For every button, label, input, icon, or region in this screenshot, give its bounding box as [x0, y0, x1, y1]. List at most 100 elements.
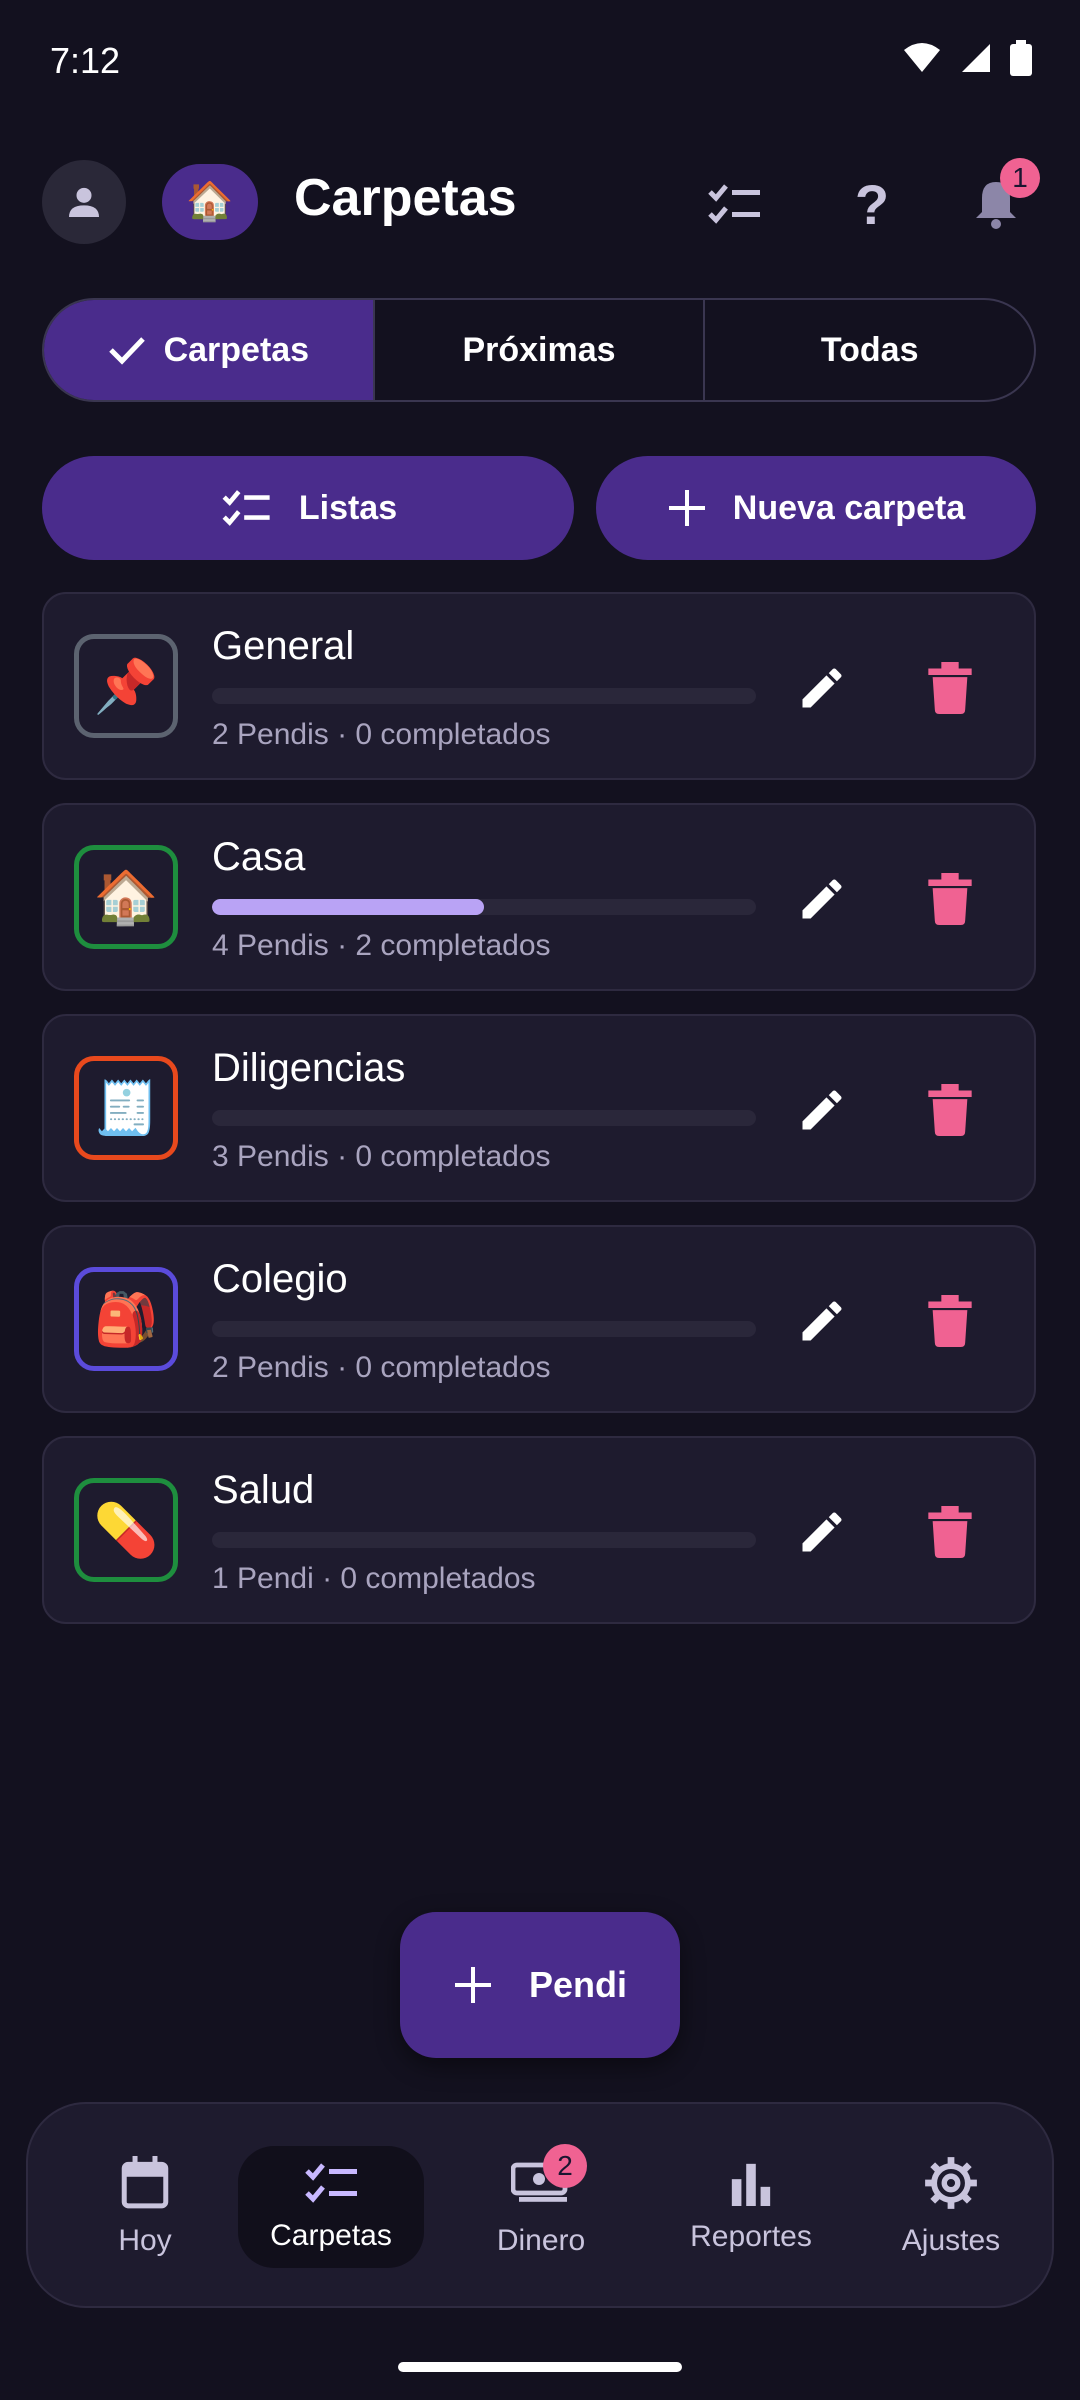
folder-card[interactable]: 🧾 Diligencias 3 Pendis · 0 completados	[42, 1014, 1036, 1202]
folder-subtitle: 3 Pendis · 0 completados	[212, 1140, 551, 1173]
dinero-badge: 2	[543, 2144, 587, 2188]
folder-progress-fill	[212, 899, 484, 915]
help-button[interactable]: ?	[836, 168, 908, 240]
bottom-navigation: Hoy Carpetas 2 Dinero Reportes Ajustes	[26, 2102, 1054, 2308]
tab-todas[interactable]: Todas	[705, 300, 1034, 400]
edit-folder-button[interactable]	[784, 650, 860, 726]
pencil-icon	[802, 668, 842, 708]
add-pendi-fab[interactable]: Pendi	[400, 1912, 680, 2058]
nav-ajustes[interactable]: Ajustes	[858, 2104, 1044, 2310]
trash-icon	[928, 1084, 972, 1136]
edit-folder-button[interactable]	[784, 861, 860, 937]
folder-icon: 🧾	[74, 1056, 178, 1160]
nav-label: Ajustes	[901, 2224, 1001, 2257]
trash-icon	[928, 1506, 972, 1558]
delete-folder-button[interactable]	[912, 650, 988, 726]
folder-card[interactable]: 🎒 Colegio 2 Pendis · 0 completados	[42, 1225, 1036, 1413]
folder-progress-bar	[212, 1321, 756, 1337]
delete-folder-button[interactable]	[912, 1072, 988, 1148]
folder-name: Casa	[212, 835, 306, 879]
folder-name: Colegio	[212, 1257, 348, 1301]
folder-subtitle: 4 Pendis · 2 completados	[212, 929, 551, 962]
checklist-icon	[222, 490, 270, 526]
fab-label: Pendi	[528, 1964, 627, 2005]
home-folder-chip[interactable]: 🏠	[162, 164, 258, 240]
signal-icon	[962, 44, 990, 72]
folder-progress-bar	[212, 688, 756, 704]
tab-carpetas[interactable]: Carpetas	[44, 300, 375, 400]
folder-name: Diligencias	[212, 1046, 406, 1090]
page-title: Carpetas	[294, 169, 517, 227]
folder-icon: 🎒	[74, 1267, 178, 1371]
tab-label: Todas	[820, 330, 919, 369]
home-emoji-icon: 🏠	[186, 181, 234, 223]
nav-dinero[interactable]: 2 Dinero	[448, 2104, 634, 2310]
trash-icon	[928, 662, 972, 714]
nav-reportes[interactable]: Reportes	[658, 2104, 844, 2310]
folder-card[interactable]: 📌 General 2 Pendis · 0 completados	[42, 592, 1036, 780]
folder-icon: 🏠	[74, 845, 178, 949]
nav-label: Reportes	[690, 2220, 812, 2253]
plus-icon	[454, 1967, 491, 2003]
checklist-icon	[305, 2163, 357, 2203]
folder-subtitle: 1 Pendi · 0 completados	[212, 1562, 536, 1595]
notifications-button[interactable]: 1	[960, 158, 1040, 240]
folder-card[interactable]: 🏠 Casa 4 Pendis · 2 completados	[42, 803, 1036, 991]
money-icon-wrap: 2	[510, 2144, 587, 2210]
calendar-icon	[121, 2156, 169, 2209]
trash-icon	[928, 873, 972, 925]
trash-icon	[928, 1295, 972, 1347]
wifi-icon	[904, 43, 940, 72]
checklist-icon	[708, 184, 760, 224]
plus-icon	[668, 490, 705, 526]
folder-progress-bar	[212, 1532, 756, 1548]
folder-progress-bar	[212, 1110, 756, 1126]
lists-label: Listas	[298, 488, 398, 527]
folder-subtitle: 2 Pendis · 0 completados	[212, 1351, 551, 1384]
new-folder-label: Nueva carpeta	[732, 488, 966, 527]
nav-label: Carpetas	[270, 2219, 392, 2252]
edit-folder-button[interactable]	[784, 1072, 860, 1148]
new-folder-button[interactable]: Nueva carpeta	[596, 456, 1036, 560]
folder-emoji-icon: 📌	[93, 657, 159, 716]
folder-card[interactable]: 💊 Salud 1 Pendi · 0 completados	[42, 1436, 1036, 1624]
pencil-icon	[802, 879, 842, 919]
folder-emoji-icon: 🏠	[93, 868, 159, 927]
gesture-bar[interactable]	[398, 2362, 682, 2372]
bar-chart-icon	[731, 2163, 771, 2206]
view-segmented-control: Carpetas Próximas Todas	[42, 298, 1036, 402]
delete-folder-button[interactable]	[912, 1494, 988, 1570]
status-icons	[902, 40, 1032, 76]
check-icon	[108, 337, 145, 365]
lists-button[interactable]: Listas	[42, 456, 574, 560]
person-icon	[69, 187, 99, 217]
edit-folder-button[interactable]	[784, 1283, 860, 1359]
folder-name: General	[212, 624, 355, 668]
nav-carpetas[interactable]: Carpetas	[238, 2104, 424, 2310]
pencil-icon	[802, 1301, 842, 1341]
nav-label: Hoy	[118, 2224, 172, 2257]
nav-label: Dinero	[496, 2224, 586, 2257]
folder-name: Salud	[212, 1468, 315, 1512]
folder-subtitle: 2 Pendis · 0 completados	[212, 718, 551, 751]
tab-proximas[interactable]: Próximas	[375, 300, 706, 400]
pencil-icon	[802, 1090, 842, 1130]
edit-folder-button[interactable]	[784, 1494, 860, 1570]
profile-avatar[interactable]	[42, 160, 126, 244]
nav-hoy[interactable]: Hoy	[52, 2104, 238, 2310]
tasks-view-button[interactable]	[698, 168, 770, 240]
help-icon: ?	[854, 172, 890, 236]
gear-icon	[925, 2157, 977, 2209]
folder-emoji-icon: 🎒	[93, 1290, 159, 1349]
notifications-badge: 1	[1000, 158, 1040, 198]
pencil-icon	[802, 1512, 842, 1552]
tab-label: Próximas	[462, 330, 616, 369]
battery-icon	[1010, 40, 1032, 76]
folder-emoji-icon: 💊	[93, 1501, 159, 1560]
folder-icon: 💊	[74, 1478, 178, 1582]
tab-label: Carpetas	[163, 330, 310, 369]
delete-folder-button[interactable]	[912, 861, 988, 937]
folder-progress-bar	[212, 899, 756, 915]
delete-folder-button[interactable]	[912, 1283, 988, 1359]
status-time: 7:12	[50, 40, 121, 81]
